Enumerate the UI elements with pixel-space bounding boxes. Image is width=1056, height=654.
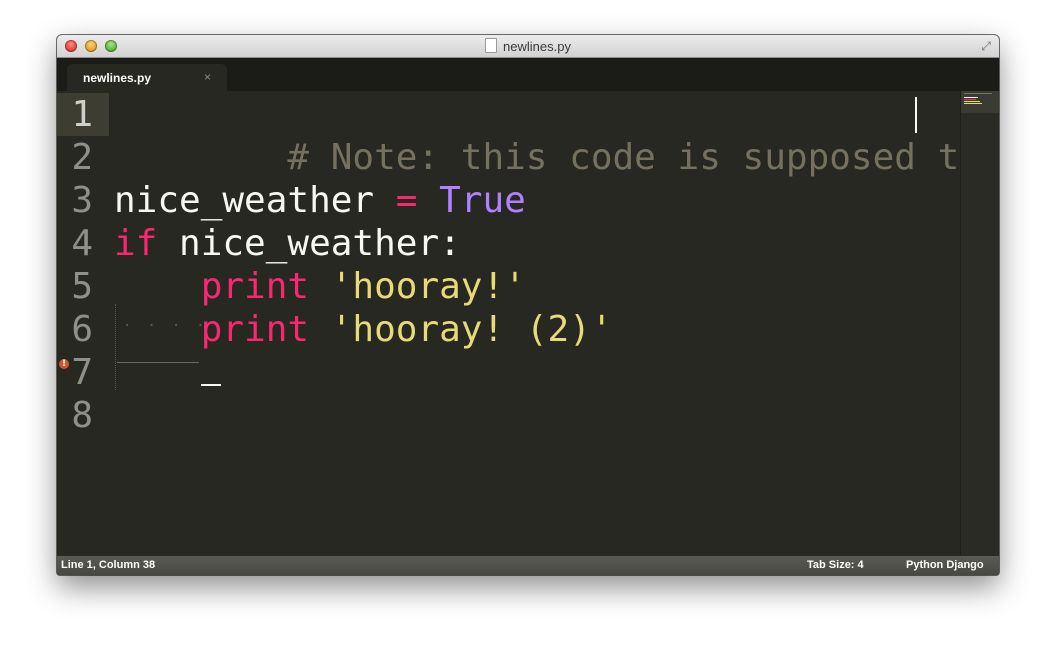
comment-token: # Note: this code is supposed to fail (287, 137, 981, 178)
error-underline (201, 384, 221, 386)
line-number: 6 (71, 309, 93, 350)
line-number: 2 (71, 137, 93, 178)
string-token: 'hooray! (2)' (330, 309, 613, 350)
title-bar: newlines.py ⤢ (57, 35, 999, 58)
identifier-token: nice_weather (114, 180, 396, 221)
line-number: 5 (71, 266, 93, 307)
code-line-5: print 'hooray!' (114, 265, 526, 308)
minimap-line (964, 97, 978, 98)
minimap-line (964, 93, 992, 94)
line-number: 3 (71, 180, 93, 221)
code-line-4: if nice_weather: (114, 222, 461, 265)
code-line-1: # Note: this code is supposed to fail (114, 93, 999, 178)
line-number: 7 (71, 352, 93, 393)
tab-bar: newlines.py × (57, 58, 999, 91)
code-line-3: nice_weather = True (114, 179, 526, 222)
string-token: 'hooray!' (330, 266, 526, 307)
minimap-line (964, 101, 980, 102)
keyword-token: if (114, 223, 180, 264)
keyword-token: print (200, 309, 331, 350)
line-number: 1 (71, 94, 93, 135)
minimap-viewport[interactable] (961, 91, 999, 113)
editor-window: newlines.py ⤢ newlines.py × ! 1 2 3 4 5 … (57, 35, 999, 575)
minimap[interactable] (960, 91, 999, 555)
fullscreen-icon[interactable]: ⤢ (979, 39, 993, 53)
document-icon (485, 38, 498, 53)
line-number: 4 (71, 223, 93, 264)
identifier-token: nice_weather: (179, 223, 461, 264)
code-area[interactable]: # Note: this code is supposed to fail ni… (114, 91, 981, 555)
code-line-6: print 'hooray! (2)' (114, 308, 613, 351)
keyword-token: print (200, 266, 331, 307)
tab-newlines-py[interactable]: newlines.py × (67, 64, 227, 91)
tab-size-selector[interactable]: Tab Size: 4 (807, 559, 864, 571)
constant-token: True (439, 180, 526, 221)
operator-token: = (395, 180, 440, 221)
code-editor[interactable]: ! 1 2 3 4 5 6 7 8 ···· # Note: this code… (57, 91, 999, 555)
syntax-selector[interactable]: Python Django (906, 559, 984, 571)
line-number-gutter: ! 1 2 3 4 5 6 7 8 (57, 91, 109, 555)
window-title-container: newlines.py (57, 38, 999, 54)
tab-label: newlines.py (83, 71, 152, 85)
minimap-line (964, 99, 976, 100)
minimap-line (964, 103, 982, 104)
text-cursor (915, 97, 917, 133)
window-title: newlines.py (503, 39, 571, 54)
cursor-position: Line 1, Column 38 (61, 559, 156, 571)
status-bar: Line 1, Column 38 Tab Size: 4 Python Dja… (57, 555, 999, 575)
line-number: 8 (71, 395, 93, 436)
close-tab-icon[interactable]: × (204, 70, 211, 84)
